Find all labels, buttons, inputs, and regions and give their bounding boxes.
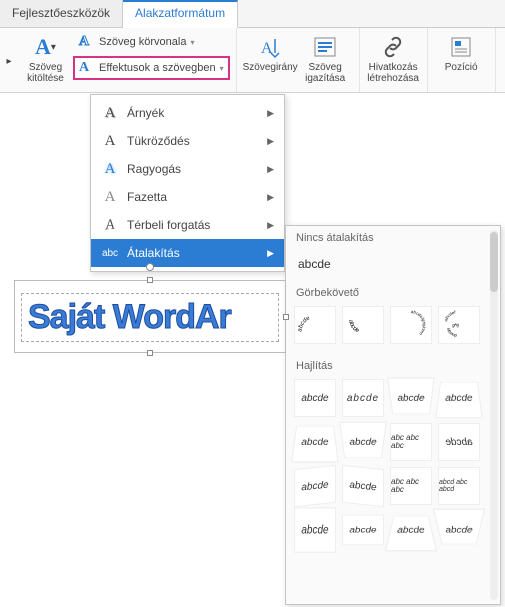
warp-option[interactable]: abcde [342, 515, 384, 545]
reflection-icon: A [101, 132, 119, 150]
text-outline-dropdown[interactable]: A Szöveg körvonala▾ [73, 32, 230, 52]
warp-option[interactable]: abc abc abc [390, 423, 432, 461]
warp-option[interactable]: abcde [291, 426, 339, 463]
warp-option[interactable]: abcd abc abcd [438, 467, 480, 505]
rotate-handle[interactable] [146, 263, 154, 271]
tab-shape-format[interactable]: Alakzatformátum [123, 0, 238, 28]
position-icon [448, 34, 474, 60]
warp-option[interactable]: abcde [294, 465, 336, 507]
warp-option[interactable]: abc abc abc [390, 467, 432, 505]
ribbon: ▸ A▾ Szöveg kitöltése A Szöveg körvonala… [0, 28, 505, 93]
svg-text:A: A [261, 40, 273, 57]
ribbon-tabs: Fejlesztőeszközök Alakzatformátum [0, 0, 505, 28]
text-direction-button[interactable]: A Szövegirány [243, 32, 298, 90]
effects-reflection[interactable]: A Tükröződés▶ [91, 127, 284, 155]
warp-option[interactable]: abcde [433, 508, 486, 544]
align-text-icon [312, 34, 338, 60]
no-transform-option[interactable]: abcde [286, 247, 496, 281]
warp-option[interactable]: abcde [339, 422, 387, 459]
effects-shadow[interactable]: A Árnyék▶ [91, 99, 284, 127]
text-effects-dropdown[interactable]: A Effektusok a szövegben [73, 56, 230, 80]
effects-bevel[interactable]: A Fazetta▶ [91, 183, 284, 211]
document-canvas: Saját WordAr [14, 280, 505, 353]
tab-developer[interactable]: Fejlesztőeszközök [0, 0, 123, 27]
text-fill-icon: A [35, 35, 51, 59]
glow-icon: A [101, 160, 119, 178]
text-effects-menu: A Árnyék▶ A Tükröződés▶ A Ragyogás▶ A Fa… [90, 94, 285, 272]
position-button[interactable]: Pozíció [434, 32, 489, 90]
warp-grid: abcde abcde abcde abcde abcde abcde abc … [286, 375, 496, 559]
rotate3d-icon: A [101, 216, 119, 234]
create-link-button[interactable]: Hivatkozás létrehozása [366, 32, 421, 90]
warp-option[interactable]: abcde [294, 507, 336, 553]
warp-option[interactable]: abcde [342, 379, 384, 417]
warp-option[interactable]: abcde [385, 516, 438, 552]
warp-option[interactable]: abcde [342, 465, 384, 507]
shadow-icon: A [101, 104, 119, 122]
warp-option[interactable]: abcde [438, 423, 480, 461]
resize-handle-bottom[interactable] [147, 350, 153, 356]
resize-handle-right[interactable] [283, 314, 289, 320]
wordart-text[interactable]: Saját WordAr [28, 298, 272, 337]
text-effects-icon: A [79, 60, 89, 75]
text-fill-group[interactable]: A▾ Szöveg kitöltése [18, 32, 73, 90]
effects-3d-rotation[interactable]: A Térbeli forgatás▶ [91, 211, 284, 239]
text-outline-icon: A [79, 34, 89, 49]
warp-option[interactable]: abcde [435, 382, 483, 419]
bevel-icon: A [101, 188, 119, 206]
text-fill-button[interactable]: ▸ [0, 32, 18, 90]
resize-handle-top[interactable] [147, 277, 153, 283]
warp-option[interactable]: abcde [294, 379, 336, 417]
text-direction-icon: A [257, 34, 283, 60]
effects-transform[interactable]: abc Átalakítás▶ [91, 239, 284, 267]
transform-icon: abc [101, 244, 119, 262]
link-icon [380, 34, 406, 60]
effects-glow[interactable]: A Ragyogás▶ [91, 155, 284, 183]
section-warp: Hajlítás [286, 354, 496, 375]
warp-option[interactable]: abcde [387, 378, 435, 415]
section-no-transform: Nincs átalakítás [286, 226, 496, 247]
align-text-button[interactable]: Szöveg igazítása [298, 32, 353, 90]
wordart-shape[interactable]: Saját WordAr [14, 280, 286, 353]
